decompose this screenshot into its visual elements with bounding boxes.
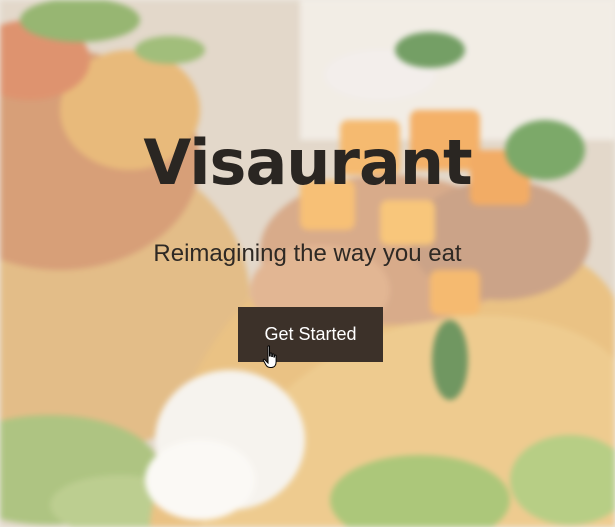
brand-title: Visaurant [143, 126, 472, 199]
hero-content: Visaurant Reimagining the way you eat Ge… [0, 0, 615, 527]
get-started-button[interactable]: Get Started [238, 307, 383, 362]
tagline: Reimagining the way you eat [153, 240, 462, 267]
hero-section: Visaurant Reimagining the way you eat Ge… [0, 0, 615, 527]
hand-pointer-icon [262, 345, 277, 368]
